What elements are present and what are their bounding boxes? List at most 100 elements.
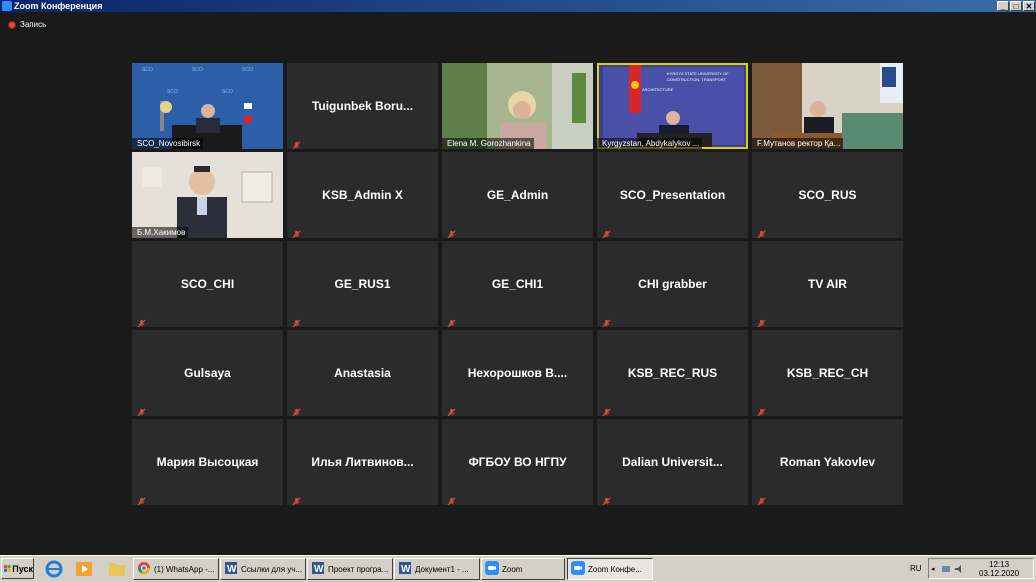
participant-tile[interactable]: Dalian Universit... (597, 419, 748, 505)
mic-muted-icon (292, 226, 301, 238)
participant-tile[interactable]: Anastasia (287, 330, 438, 416)
taskbar-button-label: (1) WhatsApp -... (154, 564, 215, 574)
participant-tile[interactable]: KSB_REC_RUS (597, 330, 748, 416)
participant-name: CHI grabber (638, 277, 707, 291)
participant-name: F.Мутанов ректор Қа... (757, 139, 841, 148)
recording-indicator[interactable]: Запись (8, 20, 46, 29)
participant-tile[interactable]: SCO SCO SCO SCO SCO SCO_Novosibirsk (132, 63, 283, 149)
network-icon[interactable] (941, 564, 951, 574)
mic-muted-icon (757, 404, 766, 416)
participant-name: Elena M. Gorozhankina (447, 139, 531, 148)
taskbar-button[interactable]: W Документ1 - ... (394, 558, 480, 580)
participant-tile[interactable]: KSB_REC_CH (752, 330, 903, 416)
participant-tile[interactable]: SCO_RUS (752, 152, 903, 238)
system-tray: ◂ 12:13 03.12.2020 (928, 558, 1034, 579)
participant-tile[interactable]: SCO_Presentation (597, 152, 748, 238)
svg-text:SCO: SCO (242, 67, 253, 73)
window-controls: _ □ ✕ (997, 1, 1035, 11)
participant-tile[interactable]: ФГБОУ ВО НГПУ (442, 419, 593, 505)
participant-tile[interactable]: KSB_Admin X (287, 152, 438, 238)
mic-muted-icon (292, 404, 301, 416)
volume-icon[interactable] (954, 564, 964, 574)
svg-text:SCO: SCO (142, 67, 153, 73)
taskbar-button[interactable]: Zoom (481, 558, 565, 580)
participant-name: Нехорошков В.... (467, 366, 568, 380)
participant-tile[interactable]: Мария Высоцкая (132, 419, 283, 505)
zoom-icon (571, 561, 585, 577)
participant-tile[interactable]: SCO_CHI (132, 241, 283, 327)
participant-name: GE_Admin (486, 188, 549, 202)
taskbar-button[interactable]: (1) WhatsApp -... (133, 558, 219, 580)
participant-name: SCO_RUS (798, 188, 857, 202)
mic-muted-icon (292, 137, 301, 149)
mic-muted-icon (602, 226, 611, 238)
participant-tile[interactable]: Б.М.Хакимов (132, 152, 283, 238)
participant-gallery: SCO SCO SCO SCO SCO SCO_Novosibirsk Tuigunbek … (132, 63, 904, 505)
record-icon (8, 20, 16, 29)
window-titlebar[interactable]: Zoom Конференция _ □ ✕ (0, 0, 1036, 12)
participant-name-label: F.Мутанов ректор Қа... (752, 138, 844, 149)
participant-tile[interactable]: Elena M. Gorozhankina (442, 63, 593, 149)
mic-muted-icon (757, 493, 766, 505)
participant-tile[interactable]: Нехорошков В.... (442, 330, 593, 416)
participant-name-label: Б.М.Хакимов (132, 227, 189, 238)
word-icon: W (224, 561, 238, 577)
participant-name: Anastasia (334, 366, 391, 380)
svg-text:SCO: SCO (192, 67, 203, 73)
participant-tile[interactable]: Tuigunbek Boru... (287, 63, 438, 149)
participant-tile[interactable]: Gulsaya (132, 330, 283, 416)
participant-name: KSB_Admin X (322, 188, 403, 202)
participant-tile[interactable]: CHI grabber (597, 241, 748, 327)
participant-name: Roman Yakovlev (779, 455, 876, 469)
svg-text:CONSTRUCTION, TRANSPORT: CONSTRUCTION, TRANSPORT (667, 77, 727, 82)
participant-tile[interactable]: TV AIR (752, 241, 903, 327)
svg-text:W: W (314, 564, 324, 575)
participant-tile[interactable]: KYRGYZ STATE UNIVERSITY OF CONSTRUCTION, … (597, 63, 748, 149)
language-indicator[interactable]: RU (910, 564, 922, 573)
mic-muted-icon (757, 226, 766, 238)
participant-name: GE_RUS1 (334, 277, 391, 291)
taskbar-button[interactable]: W Ссылки для уч... (220, 558, 306, 580)
participant-name: KSB_REC_RUS (627, 366, 718, 380)
mic-muted-icon (757, 315, 766, 327)
tray-expand-icon[interactable]: ◂ (931, 565, 935, 573)
chrome-icon (137, 561, 151, 577)
participant-name: Dalian Universit... (622, 455, 723, 469)
participant-name: KSB_REC_CH (786, 366, 869, 380)
participant-name: Илья Литвинов... (311, 455, 414, 469)
participant-name: SCO_Presentation (619, 188, 726, 202)
participant-name: Kyrgyzstan, Abdykalykov ... (602, 139, 700, 148)
folder-icon[interactable] (108, 560, 126, 578)
participant-name: SCO_CHI (180, 277, 235, 291)
internet-explorer-icon[interactable] (45, 560, 63, 578)
participant-name: GE_CHI1 (491, 277, 544, 291)
participant-name: ФГБОУ ВО НГПУ (468, 455, 567, 469)
taskbar-button[interactable]: W Проект програ... (307, 558, 393, 580)
participant-tile[interactable]: Roman Yakovlev (752, 419, 903, 505)
close-button[interactable]: ✕ (1023, 1, 1035, 11)
taskbar-button[interactable]: Zoom Конфе... (567, 558, 653, 580)
participant-tile[interactable]: GE_CHI1 (442, 241, 593, 327)
zoom-icon (485, 561, 499, 577)
participant-tile[interactable]: GE_Admin (442, 152, 593, 238)
taskbar-button-label: Документ1 - ... (415, 564, 469, 574)
participant-tile[interactable]: Илья Литвинов... (287, 419, 438, 505)
svg-text:W: W (401, 564, 411, 575)
mic-muted-icon (447, 493, 456, 505)
svg-text:W: W (227, 564, 237, 575)
mic-muted-icon (137, 404, 146, 416)
participant-tile[interactable]: GE_RUS1 (287, 241, 438, 327)
recording-label: Запись (20, 20, 47, 29)
start-button[interactable]: Пуск (1, 558, 34, 579)
taskbar-button-label: Ссылки для уч... (241, 564, 303, 574)
maximize-button[interactable]: □ (1010, 1, 1022, 11)
participant-tile[interactable]: F.Мутанов ректор Қа... (752, 63, 903, 149)
participant-name: Gulsaya (184, 366, 231, 380)
participant-name-label: SCO_Novosibirsk (132, 138, 204, 149)
word-icon: W (311, 561, 325, 577)
media-player-icon[interactable] (75, 560, 93, 578)
minimize-button[interactable]: _ (997, 1, 1009, 11)
mic-muted-icon (137, 315, 146, 327)
taskbar-button-label: Проект програ... (328, 564, 389, 574)
svg-text:SCO: SCO (167, 89, 178, 95)
